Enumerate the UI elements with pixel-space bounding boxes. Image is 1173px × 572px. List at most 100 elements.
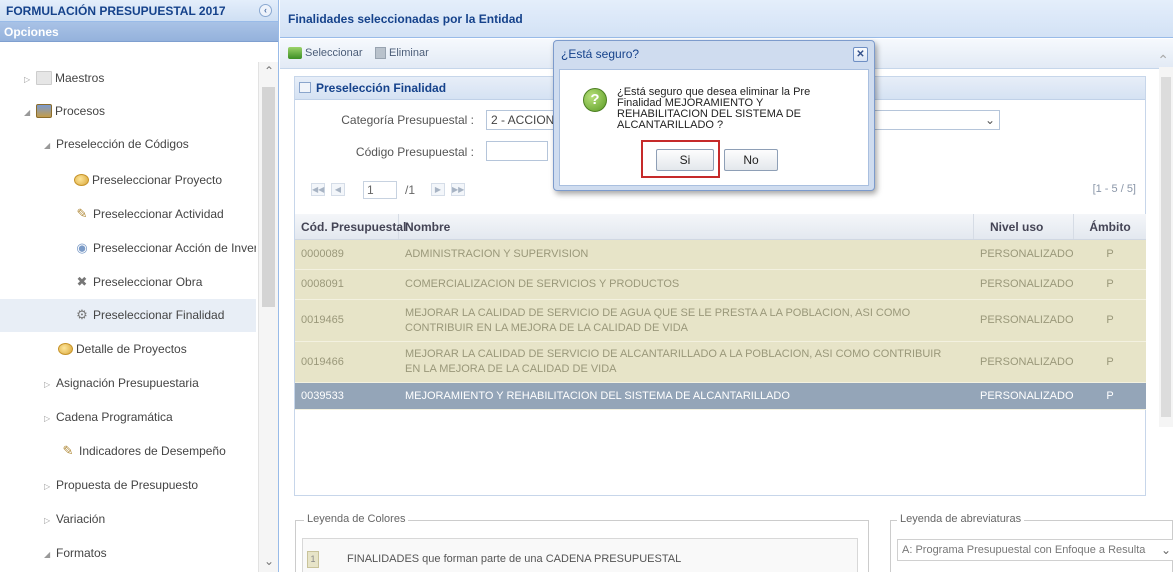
- tree-item-maestros[interactable]: ▷ Maestros: [0, 63, 256, 93]
- cell-level: PERSONALIZADO: [980, 389, 1074, 402]
- cell-scope: P: [1106, 248, 1114, 260]
- expand-icon[interactable]: ▷: [44, 472, 56, 500]
- expand-icon[interactable]: ▷: [44, 404, 56, 432]
- left-scrollbar[interactable]: ⌃ ⌄: [258, 62, 278, 572]
- tree-item-cadena-programatica[interactable]: ▷ Cadena Programática: [0, 402, 256, 432]
- legend-swatch: 1: [307, 551, 319, 568]
- cell-name: COMERCIALIZACION DE SERVICIOS Y PRODUCTO…: [405, 278, 680, 290]
- dialog-message: ¿Está seguro que desea eliminar la Pre F…: [617, 86, 811, 131]
- cell-code: 0019466: [301, 355, 344, 368]
- tree-item-preseleccionar-actividad[interactable]: ✎ Preseleccionar Actividad: [0, 199, 256, 229]
- cell-name: MEJORAMIENTO Y REHABILITACION DEL SISTEM…: [405, 389, 790, 402]
- expand-icon[interactable]: ▷: [44, 506, 56, 534]
- right-scrollbar[interactable]: [1159, 67, 1173, 427]
- tree-item-variacion[interactable]: ▷ Variación: [0, 504, 256, 534]
- select-button[interactable]: Seleccionar: [288, 47, 362, 60]
- table-row[interactable]: 0019465 MEJORAR LA CALIDAD DE SERVICIO D…: [295, 300, 1146, 342]
- color-legend: Leyenda de Colores 1 FINALIDADES que for…: [295, 513, 869, 572]
- finalidad-grid: Cód. Presupuestal Nombre Nivel uso Ámbit…: [295, 214, 1146, 410]
- tree-item-propuesta-presupuesto[interactable]: ▷ Propuesta de Presupuesto: [0, 470, 256, 500]
- tree-item-preseleccionar-proyecto[interactable]: Preseleccionar Proyecto: [0, 165, 256, 195]
- next-page-icon[interactable]: ▶: [431, 183, 445, 196]
- cell-code: 0008091: [301, 278, 344, 290]
- column-header-name[interactable]: Nombre: [399, 214, 974, 239]
- scroll-thumb[interactable]: [262, 87, 275, 307]
- panel-title: Finalidades seleccionadas por la Entidad: [280, 0, 1173, 38]
- panel-icon: [299, 82, 311, 94]
- table-row[interactable]: 0000089 ADMINISTRACION Y SUPERVISION PER…: [295, 240, 1146, 270]
- cell-scope: P: [1106, 389, 1114, 402]
- page-input[interactable]: 1: [363, 181, 397, 199]
- egg-icon: [74, 173, 89, 186]
- app-title: FORMULACIÓN PRESUPUESTAL 2017: [6, 4, 226, 18]
- tree-item-preseleccionar-accion-inversion[interactable]: ◉Preseleccionar Acción de Inversión: [0, 233, 256, 263]
- column-header-scope[interactable]: Ámbito: [1074, 214, 1146, 239]
- egg-icon: [58, 342, 73, 355]
- scroll-thumb[interactable]: [1161, 77, 1171, 417]
- activity-icon: ✎: [62, 442, 74, 458]
- folder-icon: [36, 70, 52, 85]
- highlight-box: [641, 140, 720, 178]
- last-page-icon[interactable]: ▶▶: [451, 183, 465, 196]
- chevron-left-icon[interactable]: ‹: [259, 4, 272, 17]
- tools-icon: ✖: [76, 273, 88, 289]
- category-label: Categoría Presupuestal :: [341, 113, 474, 127]
- chevron-down-icon[interactable]: ⌄: [1158, 540, 1171, 560]
- cell-level: PERSONALIZADO: [980, 355, 1074, 368]
- close-icon[interactable]: ✕: [853, 47, 868, 62]
- delete-button[interactable]: Eliminar: [375, 47, 429, 60]
- tree-item-indicadores-desempeno[interactable]: ✎ Indicadores de Desempeño: [0, 436, 256, 466]
- tree-item-procesos[interactable]: ◢ Procesos: [0, 96, 256, 126]
- cell-level: PERSONALIZADO: [980, 248, 1074, 260]
- tree-item-detalle-proyectos[interactable]: Detalle de Proyectos: [0, 334, 256, 364]
- chevron-down-icon[interactable]: ⌄: [259, 554, 279, 568]
- first-page-icon[interactable]: ◀◀: [311, 183, 325, 196]
- tree-item-asignacion-presupuestaria[interactable]: ▷ Asignación Presupuestaria: [0, 368, 256, 398]
- cell-scope: P: [1106, 278, 1114, 290]
- column-header-code[interactable]: Cód. Presupuestal: [295, 214, 406, 239]
- table-row-selected[interactable]: 0039533 MEJORAMIENTO Y REHABILITACION DE…: [295, 383, 1146, 410]
- left-panel: FORMULACIÓN PRESUPUESTAL 2017 ‹ Opciones…: [0, 0, 279, 572]
- collapse-icon[interactable]: ◢: [44, 540, 56, 568]
- expand-icon[interactable]: ▷: [44, 370, 56, 398]
- legend-content: 1 FINALIDADES que forman parte de una CA…: [302, 538, 858, 572]
- cell-code: 0019465: [301, 314, 344, 326]
- code-label: Código Presupuestal :: [355, 145, 474, 159]
- table-row[interactable]: 0019466 MEJORAR LA CALIDAD DE SERVICIO D…: [295, 342, 1146, 383]
- options-header: Opciones: [0, 22, 278, 42]
- tree-item-preseleccion-codigos[interactable]: ◢ Preselección de Códigos: [0, 129, 256, 159]
- tree-item-preseleccionar-finalidad[interactable]: ⚙ Preseleccionar Finalidad: [0, 299, 256, 332]
- trash-icon: [375, 47, 386, 60]
- purpose-icon: ⚙: [76, 306, 88, 322]
- column-header-level[interactable]: Nivel uso: [974, 214, 1074, 239]
- collapse-icon[interactable]: ◢: [44, 131, 56, 159]
- chevron-down-icon[interactable]: ⌄: [985, 111, 995, 129]
- nav-tree: ▷ Maestros ◢ Procesos ◢ Preselección de Cód…: [0, 43, 256, 572]
- tree-item-preseleccionar-obra[interactable]: ✖ Preseleccionar Obra: [0, 267, 256, 297]
- expand-icon[interactable]: ▷: [24, 65, 36, 93]
- chevron-up-icon[interactable]: ⌃: [259, 64, 279, 78]
- cell-code: 0039533: [301, 389, 344, 402]
- tree-item-formatos[interactable]: ◢ Formatos: [0, 538, 256, 568]
- cell-name: MEJORAR LA CALIDAD DE SERVICIO DE AGUA Q…: [405, 306, 911, 334]
- cell-code: 0000089: [301, 248, 344, 260]
- prev-page-icon[interactable]: ◀: [331, 183, 345, 196]
- cell-name: MEJORAR LA CALIDAD DE SERVICIO DE ALCANT…: [405, 348, 942, 375]
- collapse-icon[interactable]: ◢: [24, 98, 36, 126]
- investment-icon: ◉: [76, 239, 88, 255]
- left-panel-header: FORMULACIÓN PRESUPUESTAL 2017 ‹: [0, 0, 278, 22]
- cell-scope: P: [1106, 314, 1114, 326]
- abbreviation-legend: Leyenda de abreviaturas A: Programa Pres…: [890, 513, 1173, 572]
- dialog-title: ¿Está seguro?: [561, 47, 640, 61]
- legend-title: Leyenda de Colores: [304, 513, 409, 525]
- question-icon: ?: [583, 88, 607, 112]
- abbreviation-select[interactable]: A: Programa Presupuestal con Enfoque a R…: [897, 539, 1173, 561]
- no-button[interactable]: No: [724, 149, 778, 171]
- legend-text: FINALIDADES que forman parte de una CADE…: [347, 553, 682, 565]
- cell-scope: P: [1106, 355, 1114, 368]
- cell-name: ADMINISTRACION Y SUPERVISION: [405, 248, 589, 260]
- code-input[interactable]: [486, 141, 548, 161]
- select-icon: [288, 47, 302, 60]
- table-row[interactable]: 0008091 COMERCIALIZACION DE SERVICIOS Y …: [295, 270, 1146, 300]
- grid-header: Cód. Presupuestal Nombre Nivel uso Ámbit…: [295, 214, 1146, 240]
